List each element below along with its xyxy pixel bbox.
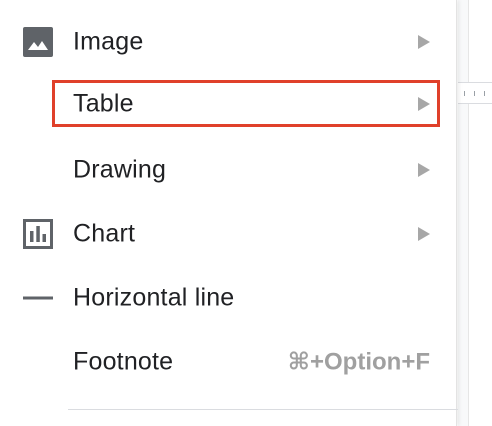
ruler-tick xyxy=(484,91,485,96)
ruler-tick xyxy=(474,91,475,96)
menu-item-label: Chart xyxy=(73,219,136,248)
menu-item-image[interactable]: Image xyxy=(0,14,456,70)
horizontal-line-icon xyxy=(22,282,54,314)
menu-item-footnote[interactable]: Footnote ⌘+Option+F xyxy=(0,334,456,390)
menu-item-horizontal-line[interactable]: Horizontal line xyxy=(0,270,456,326)
chart-icon xyxy=(22,218,54,250)
menu-item-label: Drawing xyxy=(73,155,167,184)
submenu-arrow-icon xyxy=(418,35,430,49)
screen: Image Table Drawing Chart Horizontal lin… xyxy=(0,0,492,426)
menu-item-label: Image xyxy=(73,27,144,56)
ruler-tick xyxy=(464,91,465,96)
image-icon xyxy=(22,26,54,58)
menu-item-drawing[interactable]: Drawing xyxy=(0,142,456,198)
menu-item-label: Footnote xyxy=(73,347,174,376)
menu-item-label: Horizontal line xyxy=(73,283,235,312)
submenu-arrow-icon xyxy=(418,227,430,241)
keyboard-shortcut: ⌘+Option+F xyxy=(287,348,430,376)
menu-divider xyxy=(68,409,458,410)
submenu-arrow-icon xyxy=(418,163,430,177)
document-page[interactable] xyxy=(468,0,492,426)
highlight-box xyxy=(52,80,440,127)
menu-item-chart[interactable]: Chart xyxy=(0,206,456,262)
ruler[interactable] xyxy=(458,82,492,104)
insert-menu: Image Table Drawing Chart Horizontal lin… xyxy=(0,0,458,426)
